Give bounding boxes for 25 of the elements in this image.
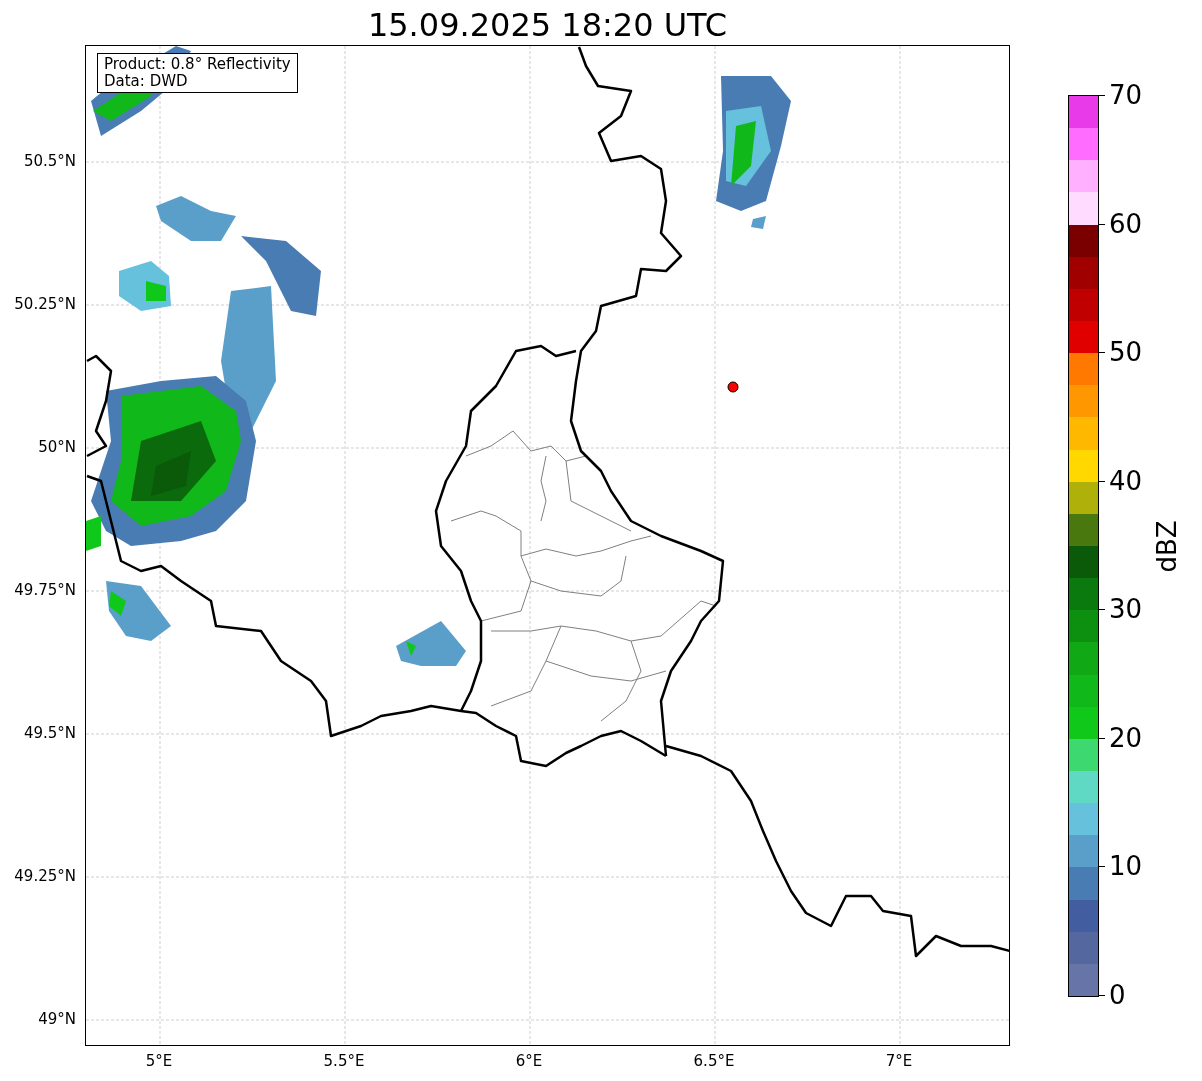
colorbar-tick-label: 20 xyxy=(1109,722,1143,753)
latitude-label: 50°N xyxy=(38,438,76,456)
colorbar-tick-label: 60 xyxy=(1109,208,1143,239)
longitude-label: 6.5°E xyxy=(693,1052,735,1070)
latitude-label: 49.25°N xyxy=(14,867,76,885)
latitude-label: 50.25°N xyxy=(14,295,76,313)
longitude-label: 6°E xyxy=(515,1052,543,1070)
latitude-label: 50.5°N xyxy=(23,152,76,170)
chart-title: 15.09.2025 18:20 UTC xyxy=(367,5,728,45)
colorbar-tick-label: 0 xyxy=(1109,980,1126,1010)
latitude-label: 49.5°N xyxy=(23,724,76,742)
colorbar-tick-label: 30 xyxy=(1109,594,1143,625)
data-source-label: Data: DWD xyxy=(104,73,189,90)
colorbar-tick-label: 50 xyxy=(1109,337,1143,368)
colorbar-tick-label: 10 xyxy=(1109,851,1143,882)
colorbar-label: dBZ xyxy=(1150,519,1183,573)
longitude-label: 5°E xyxy=(145,1052,173,1070)
latitude-label: 49°N xyxy=(38,1010,76,1028)
latitude-label: 49.75°N xyxy=(14,581,76,599)
colorbar-tick-label: 70 xyxy=(1109,80,1143,110)
longitude-label: 7°E xyxy=(885,1052,913,1070)
longitude-label: 5.5°E xyxy=(323,1052,365,1070)
product-label: Product: 0.8° Reflectivity xyxy=(104,56,291,73)
colorbar-tick-label: 40 xyxy=(1109,465,1143,496)
location-marker-icon xyxy=(727,381,739,393)
